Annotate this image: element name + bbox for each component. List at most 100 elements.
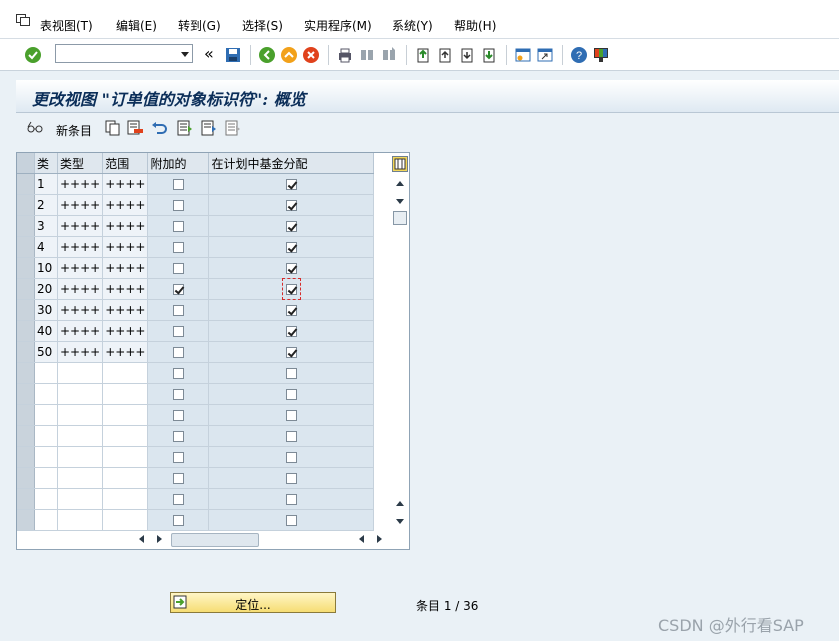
fund-allocation-checkbox[interactable] [285, 389, 297, 400]
additional-checkbox[interactable] [172, 515, 184, 526]
cell-type[interactable]: ++++ [57, 236, 104, 258]
row-selector[interactable] [17, 467, 35, 489]
collapse-icon[interactable]: « [204, 44, 222, 63]
save-icon[interactable] [224, 46, 242, 64]
cell-type[interactable] [57, 404, 104, 426]
cell-range[interactable]: ++++ [102, 320, 149, 342]
menu-system[interactable]: 系统(Y) [392, 17, 433, 34]
exit-icon[interactable] [280, 46, 298, 64]
cell-range[interactable] [102, 446, 149, 468]
menu-edit[interactable]: 编辑(E) [116, 17, 157, 34]
cell-range[interactable] [102, 488, 149, 510]
fund-allocation-checkbox[interactable] [285, 263, 297, 274]
last-page-icon[interactable] [480, 46, 498, 64]
cell-type[interactable] [57, 362, 104, 384]
customize-layout-icon[interactable] [592, 46, 610, 64]
additional-checkbox[interactable] [172, 200, 184, 211]
scroll-page-down-icon[interactable] [396, 519, 404, 524]
cell-range[interactable]: ++++ [102, 257, 149, 279]
cell-type[interactable] [57, 488, 104, 510]
cell-class[interactable]: 50 [34, 341, 58, 363]
cell-class[interactable]: 3 [34, 215, 58, 237]
additional-checkbox[interactable] [172, 431, 184, 442]
scroll-page-left-icon[interactable] [359, 535, 364, 543]
menu-table-view[interactable]: 表视图(T) [40, 17, 93, 34]
cell-class[interactable]: 1 [34, 173, 58, 195]
check-icon[interactable] [24, 46, 42, 64]
cell-class[interactable]: 4 [34, 236, 58, 258]
cell-type[interactable]: ++++ [57, 341, 104, 363]
row-selector[interactable] [17, 236, 35, 258]
cell-type[interactable]: ++++ [57, 215, 104, 237]
fund-allocation-checkbox[interactable] [285, 200, 297, 211]
fund-allocation-checkbox[interactable] [285, 284, 297, 295]
row-selector[interactable] [17, 320, 35, 342]
undo-icon[interactable] [150, 119, 168, 137]
next-page-icon[interactable] [458, 46, 476, 64]
deselect-all-icon[interactable] [224, 119, 242, 137]
cell-range[interactable] [102, 383, 149, 405]
create-session-icon[interactable] [514, 46, 532, 64]
scroll-down-icon[interactable] [396, 199, 404, 204]
find-next-icon[interactable] [380, 46, 398, 64]
cell-class[interactable] [34, 425, 58, 447]
additional-checkbox[interactable] [172, 494, 184, 505]
fund-allocation-checkbox[interactable] [285, 431, 297, 442]
row-selector[interactable] [17, 341, 35, 363]
cell-class[interactable] [34, 362, 58, 384]
cell-range[interactable]: ++++ [102, 194, 149, 216]
fund-allocation-checkbox[interactable] [285, 515, 297, 526]
cell-type[interactable]: ++++ [57, 299, 104, 321]
horizontal-scroll-thumb[interactable] [171, 533, 259, 547]
cell-range[interactable] [102, 404, 149, 426]
cell-range[interactable]: ++++ [102, 236, 149, 258]
cell-type[interactable]: ++++ [57, 194, 104, 216]
additional-checkbox[interactable] [172, 368, 184, 379]
cell-class[interactable] [34, 488, 58, 510]
cell-class[interactable] [34, 446, 58, 468]
print-icon[interactable] [336, 46, 354, 64]
help-icon[interactable]: ? [570, 46, 588, 64]
column-header-additional[interactable]: 附加的 [147, 153, 210, 174]
position-button[interactable]: 定位... [170, 592, 336, 613]
cell-type[interactable]: ++++ [57, 257, 104, 279]
glasses-icon[interactable] [26, 119, 44, 137]
vertical-scrollbar[interactable] [392, 175, 408, 531]
cell-type[interactable] [57, 467, 104, 489]
scroll-up-icon[interactable] [396, 181, 404, 186]
row-selector[interactable] [17, 299, 35, 321]
cell-range[interactable]: ++++ [102, 173, 149, 195]
find-icon[interactable] [358, 46, 376, 64]
first-page-icon[interactable] [414, 46, 432, 64]
cell-range[interactable] [102, 425, 149, 447]
fund-allocation-checkbox[interactable] [285, 452, 297, 463]
fund-allocation-checkbox[interactable] [285, 473, 297, 484]
fund-allocation-checkbox[interactable] [285, 221, 297, 232]
menu-help[interactable]: 帮助(H) [454, 17, 496, 34]
row-selector[interactable] [17, 362, 35, 384]
cell-type[interactable] [57, 425, 104, 447]
menu-select[interactable]: 选择(S) [242, 17, 283, 34]
column-header-fund-allocation[interactable]: 在计划中基金分配 [208, 153, 375, 174]
fund-allocation-checkbox[interactable] [285, 494, 297, 505]
additional-checkbox[interactable] [172, 263, 184, 274]
fund-allocation-checkbox[interactable] [285, 242, 297, 253]
system-menu-icon[interactable] [16, 14, 30, 26]
row-selector[interactable] [17, 278, 35, 300]
column-header-range[interactable]: 范围 [102, 153, 149, 174]
cell-class[interactable]: 10 [34, 257, 58, 279]
select-block-icon[interactable] [200, 119, 218, 137]
cell-type[interactable] [57, 446, 104, 468]
row-selector[interactable] [17, 425, 35, 447]
additional-checkbox[interactable] [172, 452, 184, 463]
cell-class[interactable]: 2 [34, 194, 58, 216]
scroll-left-icon[interactable] [139, 535, 144, 543]
row-selector[interactable] [17, 488, 35, 510]
scroll-page-up-icon[interactable] [396, 501, 404, 506]
cell-class[interactable] [34, 383, 58, 405]
additional-checkbox[interactable] [172, 221, 184, 232]
fund-allocation-checkbox[interactable] [285, 347, 297, 358]
cell-class[interactable]: 20 [34, 278, 58, 300]
column-header-class[interactable]: 类 [34, 153, 58, 174]
cell-class[interactable] [34, 404, 58, 426]
